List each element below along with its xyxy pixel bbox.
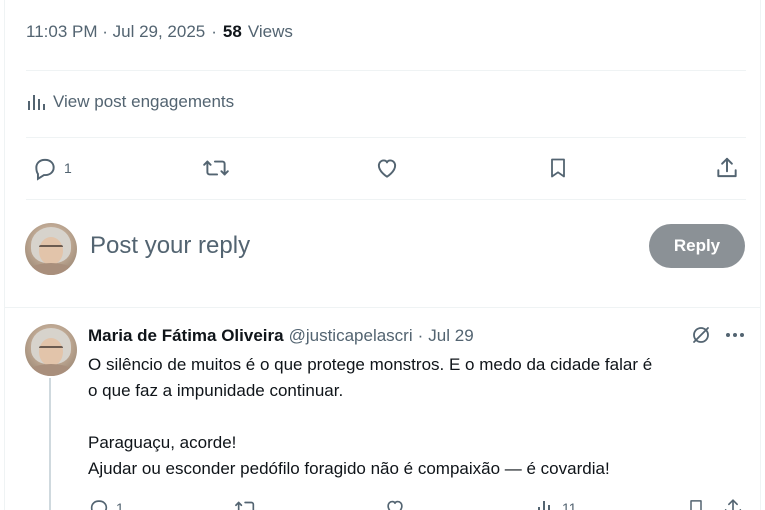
- reply-count: 1: [64, 160, 72, 176]
- bookmark-action-button[interactable]: [686, 494, 706, 510]
- retweet-icon: [202, 155, 230, 181]
- like-heart-icon: [374, 155, 400, 181]
- view-engagements-link[interactable]: View post engagements: [26, 92, 234, 112]
- post-text-line: Ajudar ou esconder pedófilo foragido não…: [88, 459, 610, 478]
- bookmark-icon: [546, 155, 570, 181]
- reply-input[interactable]: Post your reply: [90, 232, 250, 260]
- avatar[interactable]: [25, 223, 77, 275]
- header-separator: ·: [417, 326, 424, 345]
- more-options-icon[interactable]: [724, 324, 746, 346]
- like-heart-icon: [384, 497, 406, 510]
- retweet-action-button[interactable]: [202, 150, 230, 186]
- share-icon: [714, 155, 740, 181]
- post-text-line: O silêncio de muitos é o que protege mon…: [88, 355, 653, 374]
- like-action-button[interactable]: [384, 494, 406, 510]
- divider: [26, 137, 746, 138]
- views-action-button[interactable]: 11: [536, 494, 577, 510]
- reply-composer: Post your reply Reply: [24, 220, 746, 280]
- views-count: 58: [222, 22, 242, 41]
- divider: [26, 70, 746, 71]
- avatar[interactable]: [25, 324, 77, 376]
- reply-submit-button[interactable]: Reply: [649, 224, 745, 268]
- reply-action-button[interactable]: 1: [88, 494, 124, 510]
- frame-left-border: [4, 0, 5, 510]
- post-detail-page: 11:03 PM · Jul 29, 2025 · 58 Views View …: [0, 0, 765, 510]
- post-action-bar: 1: [26, 150, 746, 186]
- post-text: O silêncio de muitos é o que protege mon…: [88, 352, 744, 482]
- frame-right-border: [760, 0, 761, 510]
- view-engagements-label: View post engagements: [53, 92, 235, 111]
- post-header: Maria de Fátima Oliveira @justicapelascr…: [88, 325, 744, 347]
- author-name[interactable]: Maria de Fátima Oliveira: [88, 326, 284, 346]
- analytics-bars-icon: [536, 498, 556, 510]
- reply-post-action-bar: 1 11: [88, 494, 744, 510]
- bookmark-icon: [686, 497, 706, 510]
- post-text-line: Paraguaçu, acorde!: [88, 433, 237, 452]
- thread-line: [49, 378, 51, 510]
- section-divider: [5, 307, 760, 308]
- views-label: Views: [247, 22, 293, 41]
- views-count: 11: [562, 500, 577, 510]
- share-action-button[interactable]: [714, 150, 740, 186]
- like-action-button[interactable]: [374, 150, 400, 186]
- reply-action-button[interactable]: 1: [32, 150, 72, 186]
- grok-icon[interactable]: [690, 324, 712, 346]
- share-action-button[interactable]: [722, 494, 744, 510]
- meta-separator: ·: [211, 22, 217, 41]
- post-timestamp[interactable]: 11:03 PM · Jul 29, 2025: [26, 22, 205, 42]
- retweet-action-button[interactable]: [234, 494, 258, 510]
- divider: [26, 199, 746, 200]
- bookmark-action-button[interactable]: [546, 150, 570, 186]
- post-text-line: o que faz a impunidade continuar.: [88, 381, 344, 400]
- post-date[interactable]: Jul 29: [428, 326, 473, 346]
- reply-count: 1: [116, 500, 124, 510]
- post-header-icons: [690, 324, 746, 346]
- reply-icon: [88, 497, 110, 510]
- post-text-blank-line: [88, 404, 744, 430]
- reply-icon: [32, 155, 58, 181]
- analytics-bars-icon: [26, 92, 46, 112]
- author-handle[interactable]: @justicapelascri: [289, 326, 413, 346]
- share-icon: [722, 497, 744, 510]
- post-meta: 11:03 PM · Jul 29, 2025 · 58 Views: [26, 22, 293, 42]
- retweet-icon: [234, 497, 258, 510]
- reply-post[interactable]: Maria de Fátima Oliveira @justicapelascr…: [24, 322, 746, 510]
